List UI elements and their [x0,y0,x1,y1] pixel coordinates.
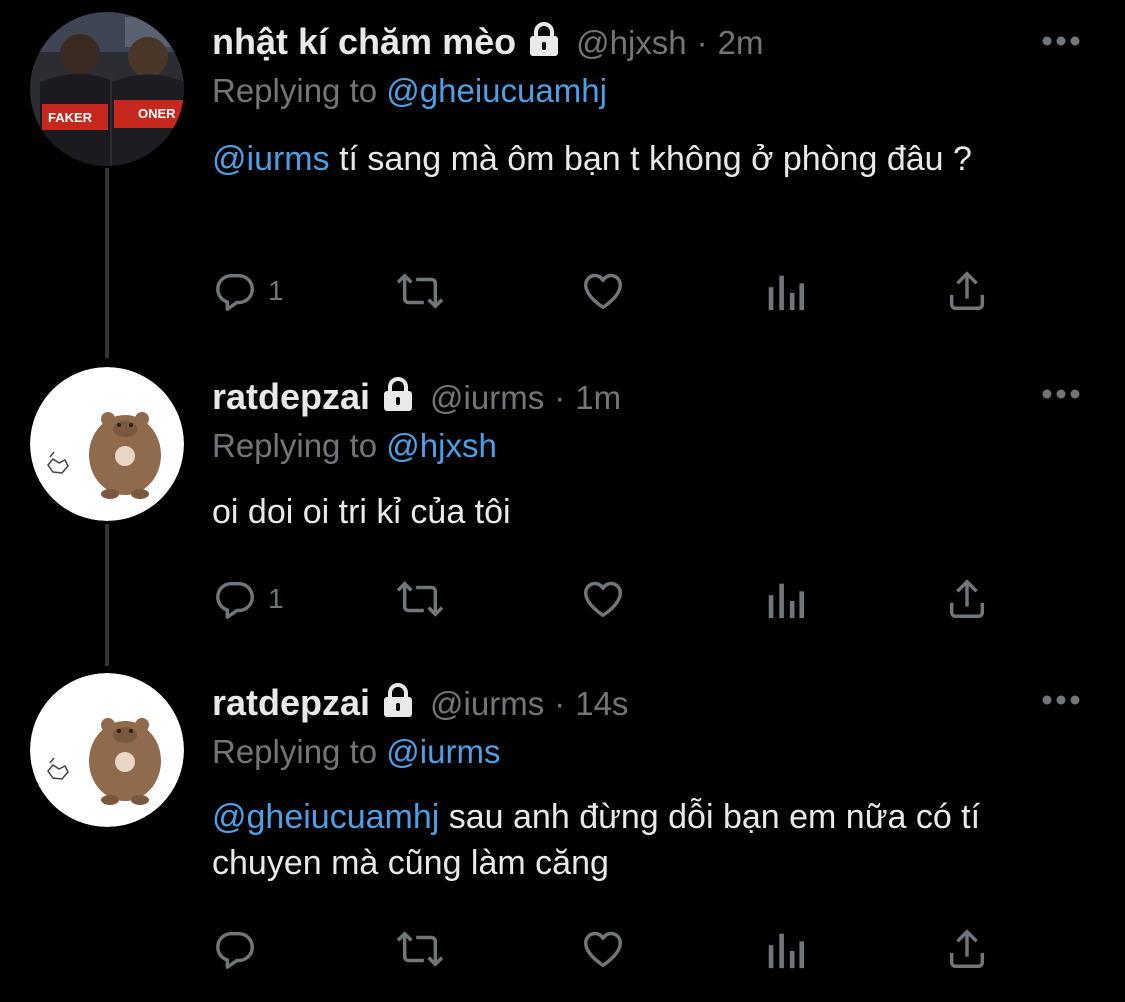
share-button[interactable] [944,266,990,316]
share-button[interactable] [944,924,990,974]
avatar-label-faker: FAKER [48,110,93,125]
avatar[interactable]: FAKER ONER [30,12,184,166]
display-name[interactable]: ratdepzai [212,682,370,724]
replying-prefix: Replying to [212,427,378,464]
timestamp[interactable]: 1m [575,379,621,417]
retweet-icon [396,931,444,967]
separator-dot: · [554,379,566,416]
reply-button[interactable]: 1 [212,574,284,624]
heart-icon [584,581,622,618]
avatar[interactable] [30,367,184,521]
tweet-text: @gheiucuamhj sau anh đừng dỗi bạn em nữa… [212,794,1072,886]
tweet-text-body: tí sang mà ôm bạn t không ở phòng đâu ? [329,140,972,178]
replying-to: Replying to @iurms [212,733,500,771]
handle[interactable]: @iurms [430,685,544,723]
avatar-label-oner: ONER [138,106,176,121]
share-icon [949,929,985,968]
retweet-button[interactable] [394,924,446,974]
share-icon [949,579,985,618]
more-options-icon[interactable] [1041,693,1081,705]
separator-dot: · [554,685,566,722]
replying-mention[interactable]: @hjxsh [386,427,497,464]
retweet-icon [396,581,444,617]
heart-icon [584,273,622,310]
timestamp[interactable]: 2m [718,24,764,62]
replying-prefix: Replying to [212,733,378,770]
share-button[interactable] [944,574,990,624]
analytics-icon [768,933,805,969]
like-button[interactable] [580,266,626,316]
display-name[interactable]: ratdepzai [212,376,370,418]
action-bar [212,924,992,974]
like-button[interactable] [580,924,626,974]
more-options-icon[interactable] [1041,34,1081,46]
display-name[interactable]: nhật kí chăm mèo [212,21,516,63]
analytics-button[interactable] [764,924,808,974]
heart-icon [584,931,622,968]
text-mention[interactable]: @iurms [212,140,330,178]
action-bar: 1 [212,574,992,624]
tweet-text-body: oi doi oi tri kỉ của tôi [212,493,511,531]
analytics-button[interactable] [764,574,808,624]
tweet-header: nhật kí chăm mèo @hjxsh · 2m [212,20,763,63]
lock-icon [380,683,416,722]
reply-count: 1 [268,275,284,306]
replying-mention[interactable]: @gheiucuamhj [386,72,607,109]
tweet-header: ratdepzai @iurms · 14s [212,681,628,724]
tweet-text: oi doi oi tri kỉ của tôi [212,489,1072,535]
reply-button[interactable] [212,924,268,974]
tweet[interactable]: ratdepzai @iurms · 14s Replying to @iurm… [0,661,1125,1002]
lock-icon [380,377,416,416]
action-bar: 1 [212,266,992,316]
reply-icon [216,931,254,969]
timestamp[interactable]: 14s [575,685,628,723]
analytics-icon [768,275,805,311]
reply-icon [216,273,254,311]
tweet[interactable]: FAKER ONER nhật kí chăm mèo @hjxsh · 2m … [0,0,1125,340]
text-mention[interactable]: @gheiucuamhj [212,798,439,836]
replying-mention[interactable]: @iurms [386,733,500,770]
retweet-button[interactable] [394,574,446,624]
reply-button[interactable]: 1 [212,266,284,316]
replying-to: Replying to @hjxsh [212,427,497,465]
replying-prefix: Replying to [212,72,378,109]
retweet-icon [396,273,444,309]
more-options-icon[interactable] [1041,387,1081,399]
analytics-icon [768,583,805,619]
tweet-text: @iurms tí sang mà ôm bạn t không ở phòng… [212,136,1072,182]
tweet[interactable]: ratdepzai @iurms · 1m Replying to @hjxsh… [0,355,1125,655]
handle[interactable]: @hjxsh [576,24,687,62]
replying-to: Replying to @gheiucuamhj [212,72,607,110]
separator-dot: · [696,24,708,61]
tweet-header: ratdepzai @iurms · 1m [212,375,621,418]
like-button[interactable] [580,574,626,624]
handle[interactable]: @iurms [430,379,544,417]
lock-icon [526,22,562,61]
retweet-button[interactable] [394,266,446,316]
analytics-button[interactable] [764,266,808,316]
share-icon [949,271,985,310]
avatar[interactable] [30,673,184,827]
reply-icon [216,581,254,619]
reply-count: 1 [268,583,284,614]
